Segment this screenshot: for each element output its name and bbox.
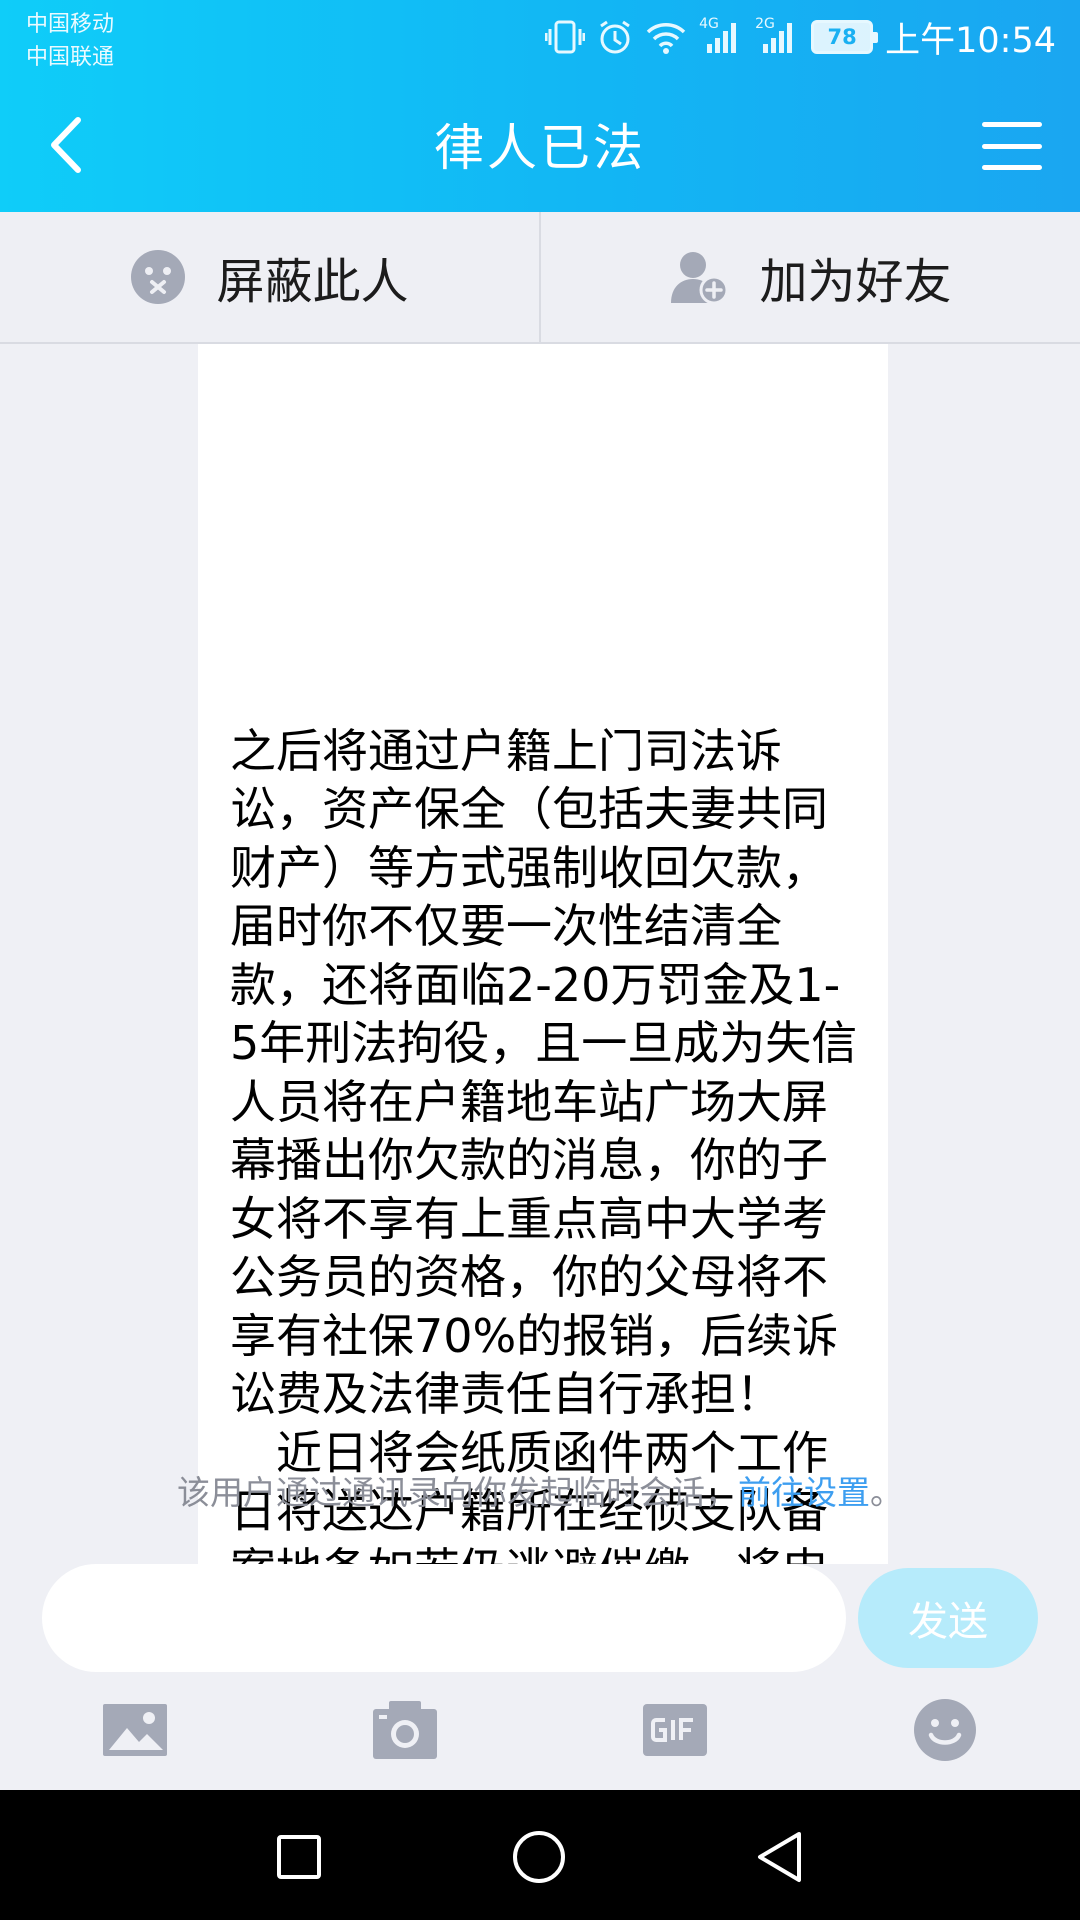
back-nav-button[interactable] <box>744 1822 814 1892</box>
menu-icon <box>982 122 1042 127</box>
status-time: 上午10:54 <box>885 20 1056 61</box>
carrier-info: 中国移动 中国联通 <box>26 8 114 74</box>
input-toolbar <box>0 1690 1080 1790</box>
wifi-icon <box>645 20 687 54</box>
net-type-1: 4G <box>699 16 719 32</box>
signal-2-icon: 2G <box>755 16 799 54</box>
smiley-icon <box>914 1699 976 1761</box>
page-title: 律人已法 <box>434 119 646 177</box>
message-bubble[interactable]: 之后将通过户籍上门司法诉讼，资产保全（包括夫妻共同财产）等方式强制收回欠款，届时… <box>198 344 888 1564</box>
chat-area[interactable]: 之后将通过户籍上门司法诉讼，资产保全（包括夫妻共同财产）等方式强制收回欠款，届时… <box>0 344 1080 1564</box>
gif-button[interactable] <box>635 1690 715 1770</box>
add-user-icon <box>671 252 729 305</box>
send-button[interactable]: 发送 <box>858 1568 1038 1668</box>
vibrate-icon <box>545 19 586 55</box>
camera-icon <box>373 1701 437 1759</box>
recents-button[interactable] <box>264 1822 334 1892</box>
gif-icon <box>643 1704 707 1756</box>
carrier-2: 中国联通 <box>26 45 115 70</box>
battery-level: 78 <box>827 25 857 49</box>
camera-button[interactable] <box>365 1690 445 1770</box>
menu-button[interactable] <box>982 116 1042 176</box>
notice-end: 。 <box>870 1473 903 1512</box>
signal-1-icon: 4G <box>699 16 743 54</box>
system-navigation-bar <box>0 1790 1080 1920</box>
block-face-icon <box>131 250 186 304</box>
carrier-1: 中国移动 <box>26 12 115 37</box>
home-button[interactable] <box>504 1822 574 1892</box>
square-icon <box>277 1835 321 1879</box>
add-friend-button[interactable]: 加为好友 <box>539 212 1080 342</box>
block-user-button[interactable]: 屏蔽此人 <box>0 212 539 342</box>
block-user-label: 屏蔽此人 <box>216 254 409 310</box>
net-type-2: 2G <box>755 16 775 32</box>
goto-settings-link[interactable]: 前往设置 <box>738 1473 870 1512</box>
image-button[interactable] <box>95 1690 175 1770</box>
add-friend-label: 加为好友 <box>759 254 952 310</box>
temp-session-notice: 该用户通过通讯录向你发起临时会话，前往设置。 <box>0 1466 1080 1514</box>
emoji-button[interactable] <box>905 1690 985 1770</box>
action-bar: 屏蔽此人 加为好友 <box>0 212 1080 344</box>
battery-icon: 78 <box>811 20 879 54</box>
header: 中国移动 中国联通 4G 2G 78 上午10:54 律人已法 <box>0 0 1080 212</box>
message-text: 之后将通过户籍上门司法诉讼，资产保全（包括夫妻共同财产）等方式强制收回欠款，届时… <box>230 723 858 1565</box>
circle-icon <box>513 1831 565 1883</box>
triangle-back-icon <box>758 1832 801 1882</box>
alarm-icon <box>597 19 633 55</box>
notice-text: 该用户通过通讯录向你发起临时会话， <box>177 1473 738 1512</box>
image-icon <box>103 1704 167 1756</box>
message-input[interactable] <box>42 1564 846 1672</box>
status-icons: 4G 2G 78 上午10:54 <box>545 14 1056 61</box>
